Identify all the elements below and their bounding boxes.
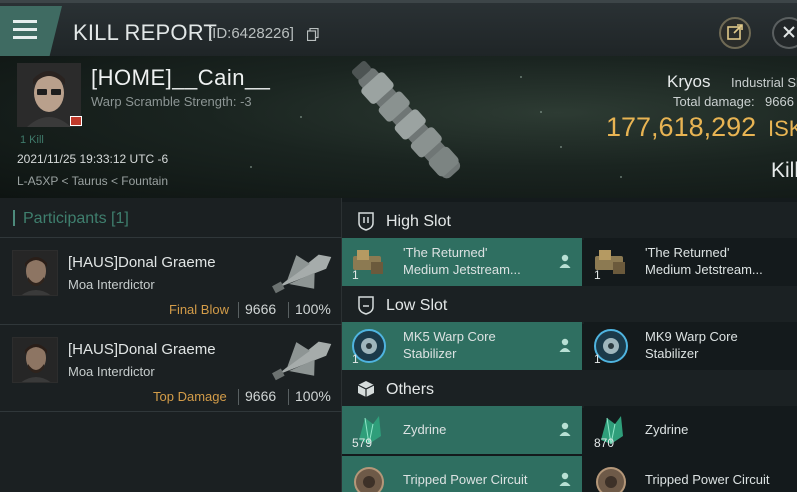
kill-header: [HOME]__Cain__ Warp Scramble Strength: -…: [0, 56, 797, 198]
warp-scramble-strength: Warp Scramble Strength: -3: [91, 94, 252, 109]
kill-location[interactable]: L-A5XP < Taurus < Fountain: [17, 174, 168, 188]
tripped-power-circuit-icon: [354, 467, 384, 492]
final-blow-tag: Final Blow: [169, 302, 229, 317]
participant-ship: Moa Interdictor: [68, 364, 155, 379]
item-name: Tripped Power Circuit: [403, 472, 528, 487]
item-quantity: 1: [594, 268, 601, 282]
item-quantity: 870: [594, 436, 615, 450]
low-slot-item[interactable]: 1 MK5 Warp Core Stabilizer: [342, 322, 582, 370]
person-icon: [559, 472, 571, 486]
participant-ship-image: [272, 341, 332, 381]
top-damage-tag: Top Damage: [153, 389, 227, 404]
others-header: Others: [342, 370, 797, 408]
item-name: Zydrine: [403, 422, 447, 437]
low-slot-item[interactable]: 1 MK9 Warp Core Stabilizer: [584, 322, 797, 370]
cargo-box-icon: [357, 381, 375, 397]
kill-status: Kill: [771, 159, 797, 182]
participant-name[interactable]: [HAUS]Donal Graeme: [68, 254, 216, 271]
ship-name[interactable]: Kryos: [667, 72, 710, 92]
participant-ship-image: [272, 254, 332, 294]
person-icon: [559, 338, 571, 352]
kill-count-tag: 1 Kill: [20, 134, 44, 146]
participants-header[interactable]: Participants [1]: [0, 198, 342, 238]
other-item[interactable]: 579 Zydrine: [342, 406, 582, 454]
isk-value: 177,618,292: [606, 112, 757, 142]
item-name: 'The Returned' Medium Jetstream...: [645, 245, 763, 277]
close-icon: [783, 26, 795, 38]
item-name: MK5 Warp Core Stabilizer: [403, 329, 496, 361]
other-item[interactable]: Tripped Power Circuit: [342, 456, 582, 492]
participant-name[interactable]: [HAUS]Donal Graeme: [68, 341, 216, 358]
item-quantity: 1: [352, 268, 359, 282]
other-item[interactable]: 870 Zydrine: [584, 406, 797, 454]
share-icon: [727, 24, 743, 40]
item-quantity: 1: [352, 352, 359, 366]
item-name: Tripped Power Circuit: [645, 472, 770, 487]
participant-ship: Moa Interdictor: [68, 277, 155, 292]
high-slot-item[interactable]: 1 'The Returned' Medium Jetstream...: [342, 238, 582, 286]
high-slot-icon: [358, 212, 374, 231]
kill-id: [ID:6428226]: [208, 25, 294, 42]
share-button[interactable]: [719, 17, 751, 49]
victim-name[interactable]: [HOME]__Cain__: [91, 65, 270, 91]
tripped-power-circuit-icon: [596, 467, 626, 492]
page-title: KILL REPORT: [73, 20, 218, 45]
participant-avatar[interactable]: [12, 337, 58, 383]
item-name: MK9 Warp Core Stabilizer: [645, 329, 738, 361]
ship-class: Industrial Ship: [731, 75, 797, 90]
low-slot-header: Low Slot: [342, 286, 797, 324]
participant-damage: 9666: [245, 301, 277, 317]
item-quantity: 579: [352, 436, 373, 450]
status-badge: [70, 116, 82, 126]
total-damage-label: Total damage:: [673, 94, 755, 109]
high-slot-item[interactable]: 1 'The Returned' Medium Jetstream...: [584, 238, 797, 286]
participants-label: Participants [1]: [23, 210, 129, 227]
participant-percent: 100%: [295, 301, 331, 317]
low-slot-label: Low Slot: [386, 297, 448, 314]
participant-percent: 100%: [295, 388, 331, 404]
item-quantity: 1: [594, 352, 601, 366]
menu-button[interactable]: [0, 6, 62, 56]
item-name: 'The Returned' Medium Jetstream...: [403, 245, 521, 277]
item-name: Zydrine: [645, 422, 689, 437]
other-item[interactable]: Tripped Power Circuit: [584, 456, 797, 492]
title-bar: KILL REPORT [ID:6428226]: [0, 0, 797, 56]
high-slot-header: High Slot: [342, 202, 797, 240]
close-button[interactable]: [772, 17, 797, 49]
participant-row[interactable]: [HAUS]Donal Graeme Moa Interdictor Final…: [0, 239, 342, 325]
ship-image: [351, 60, 461, 179]
high-slot-label: High Slot: [386, 213, 451, 230]
participant-damage: 9666: [245, 388, 277, 404]
participants-panel: Participants [1] [HAUS]Donal Graeme Moa …: [0, 198, 342, 492]
participant-row[interactable]: [HAUS]Donal Graeme Moa Interdictor Top D…: [0, 326, 342, 412]
fitting-panel: High Slot 1 'The Returned' Medium Jetstre…: [342, 198, 797, 492]
total-damage-value: 9666: [765, 94, 794, 109]
low-slot-icon: [358, 296, 374, 315]
isk-unit: ISK: [768, 116, 797, 141]
person-icon: [559, 254, 571, 268]
copy-icon[interactable]: [307, 28, 319, 41]
kill-date: 2021/11/25 19:33:12 UTC -6: [17, 152, 169, 166]
person-icon: [559, 422, 571, 436]
participant-avatar[interactable]: [12, 250, 58, 296]
others-label: Others: [386, 381, 435, 398]
